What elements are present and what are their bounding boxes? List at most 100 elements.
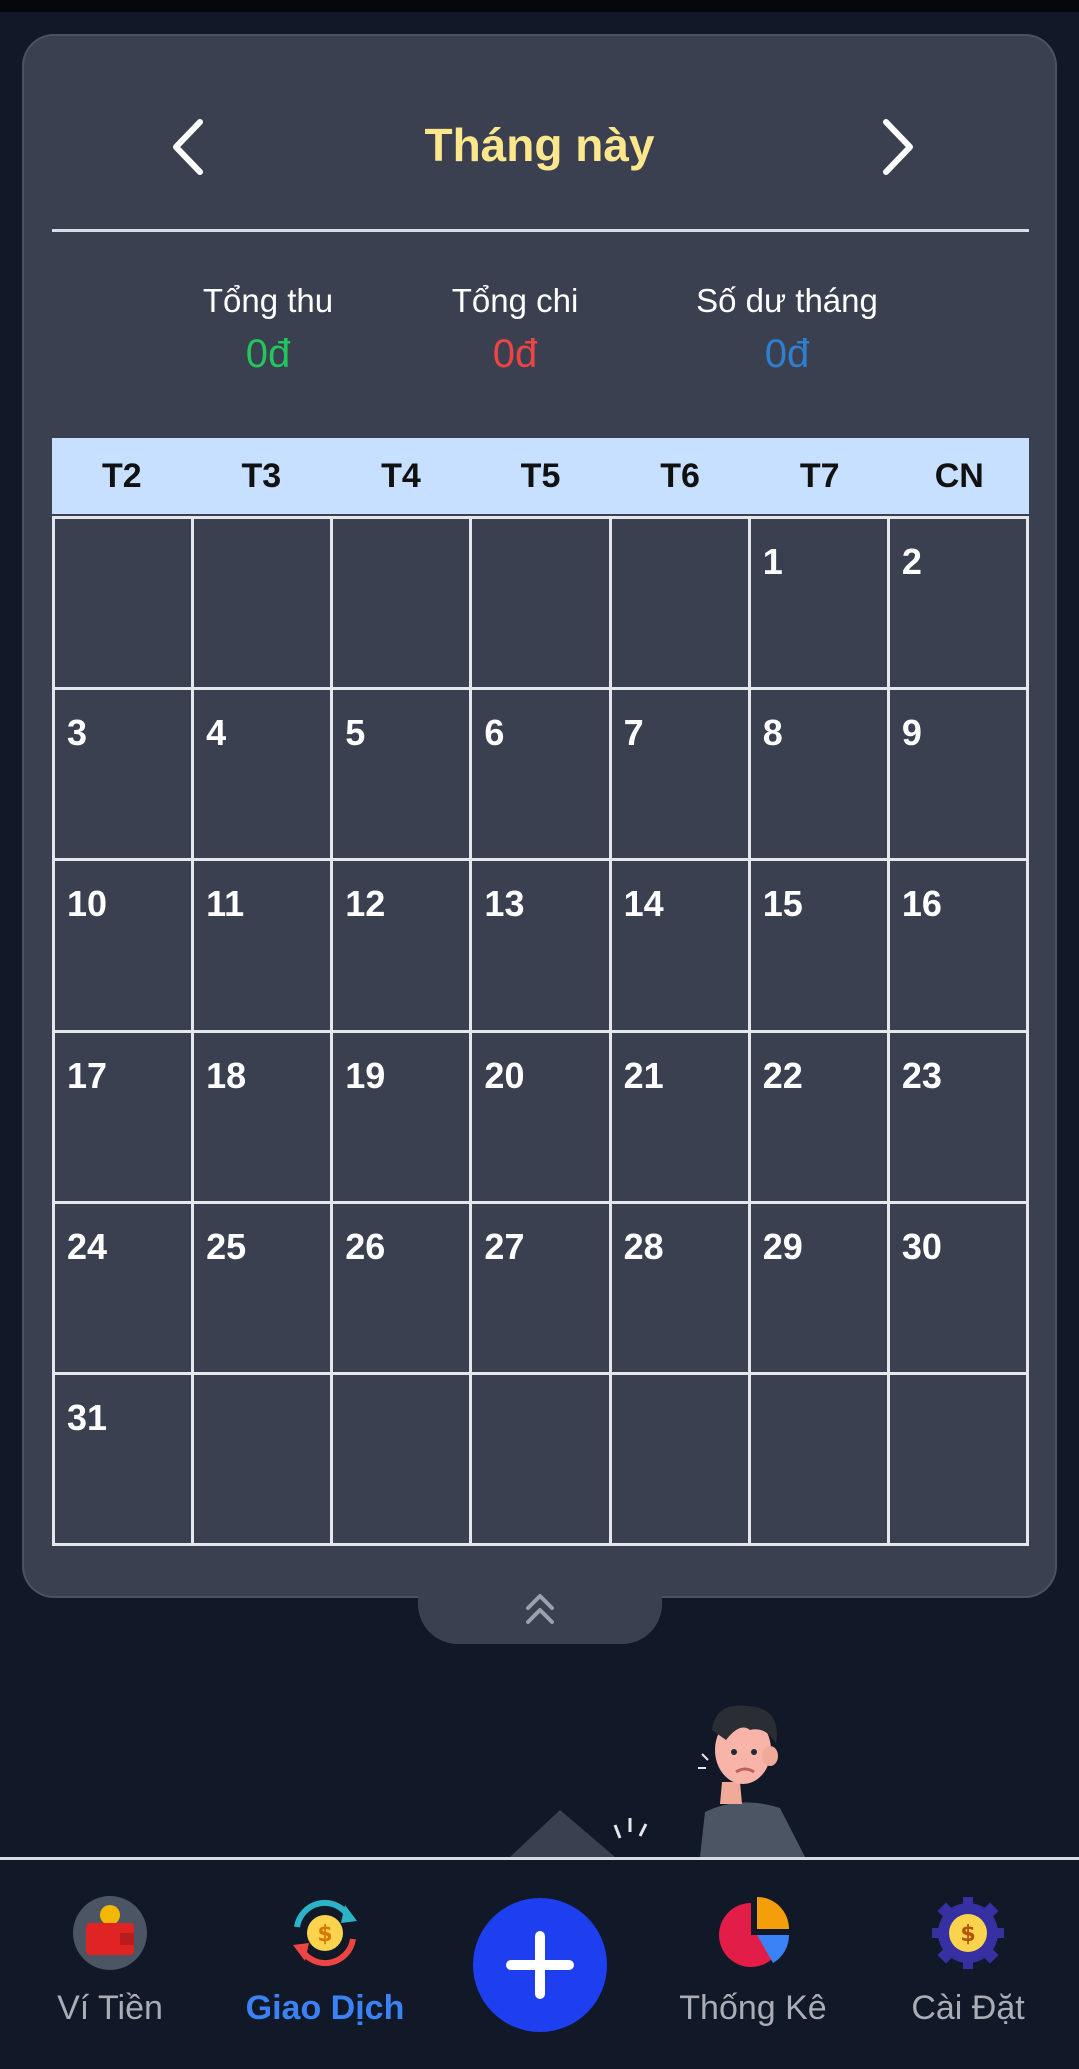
calendar-day-number: 4 xyxy=(206,712,227,754)
nav-settings-label: Cài Đặt xyxy=(911,1989,1025,2027)
calendar-day-number: 8 xyxy=(762,712,783,754)
nav-wallet[interactable]: Ví Tiền xyxy=(10,1857,210,2057)
double-chevron-up-icon xyxy=(526,1594,554,1624)
status-bar xyxy=(0,0,1079,12)
calendar-day-number: 29 xyxy=(762,1225,803,1267)
calendar-day-cell[interactable] xyxy=(472,1374,612,1546)
income-label: Tổng thu xyxy=(202,282,334,319)
nav-transactions-label: Giao Dịch xyxy=(245,1989,405,2027)
calendar-day-cell[interactable]: 20 xyxy=(472,1032,612,1204)
chevron-right-icon xyxy=(883,119,913,175)
calendar-day-number: 10 xyxy=(67,883,108,925)
calendar-day-number: 6 xyxy=(484,712,505,754)
calendar-day-cell[interactable]: 1 xyxy=(750,519,890,691)
calendar-day-cell[interactable]: 16 xyxy=(889,861,1029,1033)
calendar-day-number: 31 xyxy=(67,1396,108,1438)
calendar-day-number: 14 xyxy=(623,883,664,925)
collapse-calendar-button[interactable] xyxy=(418,1580,662,1644)
calendar-day-number: 28 xyxy=(623,1225,664,1267)
calendar-day-cell[interactable]: 21 xyxy=(611,1032,751,1204)
calendar-day-cell[interactable]: 12 xyxy=(333,861,473,1033)
weekday-label: CN xyxy=(934,456,984,495)
weekday-label: T3 xyxy=(241,456,282,495)
calendar-day-cell[interactable]: 13 xyxy=(472,861,612,1033)
balance-label: Số dư tháng xyxy=(696,282,878,319)
income-value: 0đ xyxy=(245,332,291,376)
expense-summary: Tổng chi 0đ xyxy=(390,282,640,377)
calendar-day-number: 20 xyxy=(484,1054,525,1096)
gear-coin-icon: $ xyxy=(932,1897,1004,1969)
calendar-day-cell[interactable]: 26 xyxy=(333,1203,473,1375)
nav-settings[interactable]: $ Cài Đặt xyxy=(868,1857,1068,2057)
calendar-day-cell[interactable]: 25 xyxy=(194,1203,334,1375)
calendar-day-cell[interactable] xyxy=(333,519,473,691)
next-month-button[interactable] xyxy=(866,112,926,182)
calendar-day-cell[interactable]: 18 xyxy=(194,1032,334,1204)
calendar-day-cell[interactable]: 31 xyxy=(55,1374,195,1546)
calendar-day-cell[interactable] xyxy=(472,519,612,691)
nav-statistics-label: Thống Kê xyxy=(679,1989,827,2027)
calendar-day-number: 19 xyxy=(345,1054,386,1096)
calendar-day-number: 3 xyxy=(67,712,88,754)
calendar-day-cell[interactable] xyxy=(194,519,334,691)
calendar-day-cell[interactable]: 24 xyxy=(55,1203,195,1375)
calendar-day-cell[interactable] xyxy=(333,1374,473,1546)
calendar-day-number: 12 xyxy=(345,883,386,925)
calendar-day-number: 16 xyxy=(901,883,942,925)
calendar-day-number: 18 xyxy=(206,1054,247,1096)
calendar-day-number: 22 xyxy=(762,1054,803,1096)
calendar-day-cell[interactable] xyxy=(55,519,195,691)
expense-value: 0đ xyxy=(492,332,538,376)
add-transaction-button[interactable] xyxy=(473,1898,607,2032)
plus-icon xyxy=(506,1931,574,1999)
calendar-day-cell[interactable]: 23 xyxy=(889,1032,1029,1204)
calendar-day-cell[interactable]: 4 xyxy=(194,690,334,862)
calendar-day-cell[interactable]: 14 xyxy=(611,861,751,1033)
nav-wallet-label: Ví Tiền xyxy=(57,1989,163,2027)
exchange-money-icon: $ xyxy=(293,1899,357,1967)
calendar-day-number: 24 xyxy=(67,1225,108,1267)
calendar-day-cell[interactable] xyxy=(611,1374,751,1546)
calendar-day-cell[interactable]: 6 xyxy=(472,690,612,862)
calendar-day-cell[interactable]: 5 xyxy=(333,690,473,862)
calendar-day-cell[interactable] xyxy=(611,519,751,691)
calendar-day-number: 23 xyxy=(901,1054,942,1096)
calendar-day-cell[interactable] xyxy=(889,1374,1029,1546)
calendar-day-cell[interactable] xyxy=(194,1374,334,1546)
calendar-day-cell[interactable]: 7 xyxy=(611,690,751,862)
calendar-day-number: 25 xyxy=(206,1225,247,1267)
header-divider xyxy=(52,229,1029,232)
calendar-day-cell[interactable] xyxy=(750,1374,890,1546)
weekday-label: T2 xyxy=(101,456,142,495)
calendar-day-number: 1 xyxy=(762,541,783,582)
calendar-day-cell[interactable]: 30 xyxy=(889,1203,1029,1375)
calendar-day-cell[interactable]: 9 xyxy=(889,690,1029,862)
calendar-day-cell[interactable]: 3 xyxy=(55,690,195,862)
calendar-day-cell[interactable]: 11 xyxy=(194,861,334,1033)
balance-summary: Số dư tháng 0đ xyxy=(662,282,912,377)
calendar-day-cell[interactable]: 22 xyxy=(750,1032,890,1204)
income-summary: Tổng thu 0đ xyxy=(143,282,393,377)
wallet-icon xyxy=(73,1896,147,1970)
svg-text:$: $ xyxy=(317,1922,332,1947)
calendar-day-cell[interactable]: 27 xyxy=(472,1203,612,1375)
weekday-label: T5 xyxy=(520,456,561,495)
calendar-day-number: 2 xyxy=(901,541,922,582)
calendar-day-cell[interactable]: 29 xyxy=(750,1203,890,1375)
calendar-day-number: 5 xyxy=(345,712,366,754)
calendar-day-cell[interactable]: 15 xyxy=(750,861,890,1033)
calendar-day-number: 13 xyxy=(484,883,525,925)
calendar-day-number: 17 xyxy=(67,1054,108,1096)
nav-transactions[interactable]: $ Giao Dịch xyxy=(225,1857,425,2057)
calendar-day-cell[interactable]: 8 xyxy=(750,690,890,862)
calendar-day-number: 26 xyxy=(345,1225,386,1267)
calendar-day-number: 7 xyxy=(623,712,644,754)
nav-statistics[interactable]: Thống Kê xyxy=(653,1857,853,2057)
calendar-day-cell[interactable]: 19 xyxy=(333,1032,473,1204)
calendar-day-cell[interactable]: 17 xyxy=(55,1032,195,1204)
calendar-day-cell[interactable]: 28 xyxy=(611,1203,751,1375)
calendar-day-number: 9 xyxy=(901,712,922,754)
person-illustration xyxy=(510,1705,805,1857)
calendar-day-cell[interactable]: 10 xyxy=(55,861,195,1033)
calendar-day-cell[interactable]: 2 xyxy=(889,519,1029,691)
